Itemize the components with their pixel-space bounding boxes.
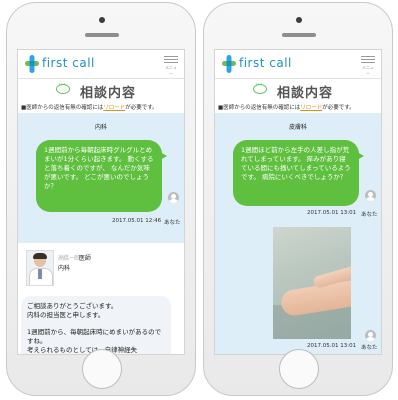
chat-bubble-icon <box>253 80 267 94</box>
reload-link[interactable]: リロード <box>103 105 125 111</box>
front-camera <box>99 17 105 23</box>
phone-frame-right: first call メニュー 相談内容 ■医師からの返信有無の確認にはリロード… <box>203 2 393 396</box>
user-message-bubble: 1週間ほど前から左手の人差し指が荒れてしまっています。 痒みがあり寝ている間にも… <box>233 140 364 206</box>
doctor-tie <box>38 269 42 279</box>
page-title-row: 相談内容 <box>215 80 381 101</box>
doctor-name: 高橋 一郎医師 <box>58 253 91 262</box>
page-title: 相談内容 <box>277 86 334 101</box>
doctor-reply-bubble: ご相談ありがとうございます。 内科の担当医と申します。 1週間前から、毎朝起床時… <box>21 296 171 354</box>
reload-link[interactable]: リロード <box>300 105 322 111</box>
first-call-logo-icon <box>222 55 236 73</box>
menu-button[interactable]: メニュー <box>164 54 178 77</box>
menu-button[interactable]: メニュー <box>361 54 375 77</box>
message-timestamp: 2017.05.01 13:01 <box>307 210 357 216</box>
user-avatar-icon <box>365 190 376 201</box>
reload-notice: ■医師からの返信有無の確認にはリロードが必要です。 <box>21 103 183 111</box>
user-avatar-icon <box>168 192 179 203</box>
hamburger-icon-line <box>164 56 178 57</box>
message-timestamp: 2017.05.01 12:46 <box>112 218 162 224</box>
notice-suffix: が必要です。 <box>125 105 158 111</box>
reply-line: 内科の担当医と申します。 <box>27 311 105 319</box>
doctor-hair <box>33 253 47 259</box>
chat-screen-left: first call メニュー 相談内容 ■医師からの返信有無の確認にはリロード… <box>17 49 185 355</box>
earpiece-speaker <box>85 33 119 37</box>
chat-bubble-icon <box>56 80 70 94</box>
menu-label: メニュー <box>362 65 374 76</box>
hamburger-icon-line <box>164 59 178 60</box>
menu-label: メニュー <box>165 65 177 76</box>
department-label: 皮膚科 <box>288 124 307 131</box>
page-title-row: 相談内容 <box>18 80 184 101</box>
message-sender: あなた <box>164 220 181 226</box>
doctor-name-blurred: 高橋 一郎 <box>58 255 80 262</box>
home-button[interactable] <box>82 349 122 389</box>
doctor-title: 医師 <box>78 255 91 262</box>
chat-screen-right: first call メニュー 相談内容 ■医師からの返信有無の確認にはリロード… <box>214 49 382 355</box>
attached-photo-finger[interactable] <box>273 227 351 339</box>
hamburger-icon-line <box>164 62 178 63</box>
notice-prefix: ■医師からの返信有無の確認には <box>218 105 301 111</box>
notice-prefix: ■医師からの返信有無の確認には <box>21 105 104 111</box>
user-message-bubble: 1週間前から毎朝起床時グルグルとめまいが1分くらい起きます。 動くすると落ち着く… <box>36 140 167 212</box>
department-label: 内科 <box>94 124 107 131</box>
hamburger-icon-line <box>361 59 375 60</box>
message-sender: あなた <box>361 345 378 351</box>
message-sender: あなた <box>361 212 378 218</box>
app-header: first call メニュー <box>215 50 381 79</box>
reply-line: ご相談ありがとうございます。 <box>27 302 118 310</box>
page-title: 相談内容 <box>80 86 137 101</box>
hamburger-icon-line <box>361 56 375 57</box>
front-camera <box>296 17 302 23</box>
earpiece-speaker <box>282 33 316 37</box>
home-button[interactable] <box>279 349 319 389</box>
phone-frame-left: first call メニュー 相談内容 ■医師からの返信有無の確認にはリロード… <box>6 2 196 396</box>
notice-suffix: が必要です。 <box>322 105 355 111</box>
reply-line: 1週間前から、毎朝起床時にめまいがあるのですね。 <box>27 328 162 345</box>
doctor-avatar <box>26 250 54 286</box>
brand-name: first call <box>239 56 292 70</box>
hamburger-icon-line <box>361 62 375 63</box>
user-avatar-icon <box>365 330 376 341</box>
first-call-logo-icon <box>25 55 39 73</box>
brand-name: first call <box>42 56 95 70</box>
message-timestamp: 2017.05.01 13:01 <box>307 343 357 349</box>
doctor-department: 内科 <box>58 265 71 272</box>
app-header: first call メニュー <box>18 50 184 79</box>
reload-notice: ■医師からの返信有無の確認にはリロードが必要です。 <box>218 103 380 111</box>
